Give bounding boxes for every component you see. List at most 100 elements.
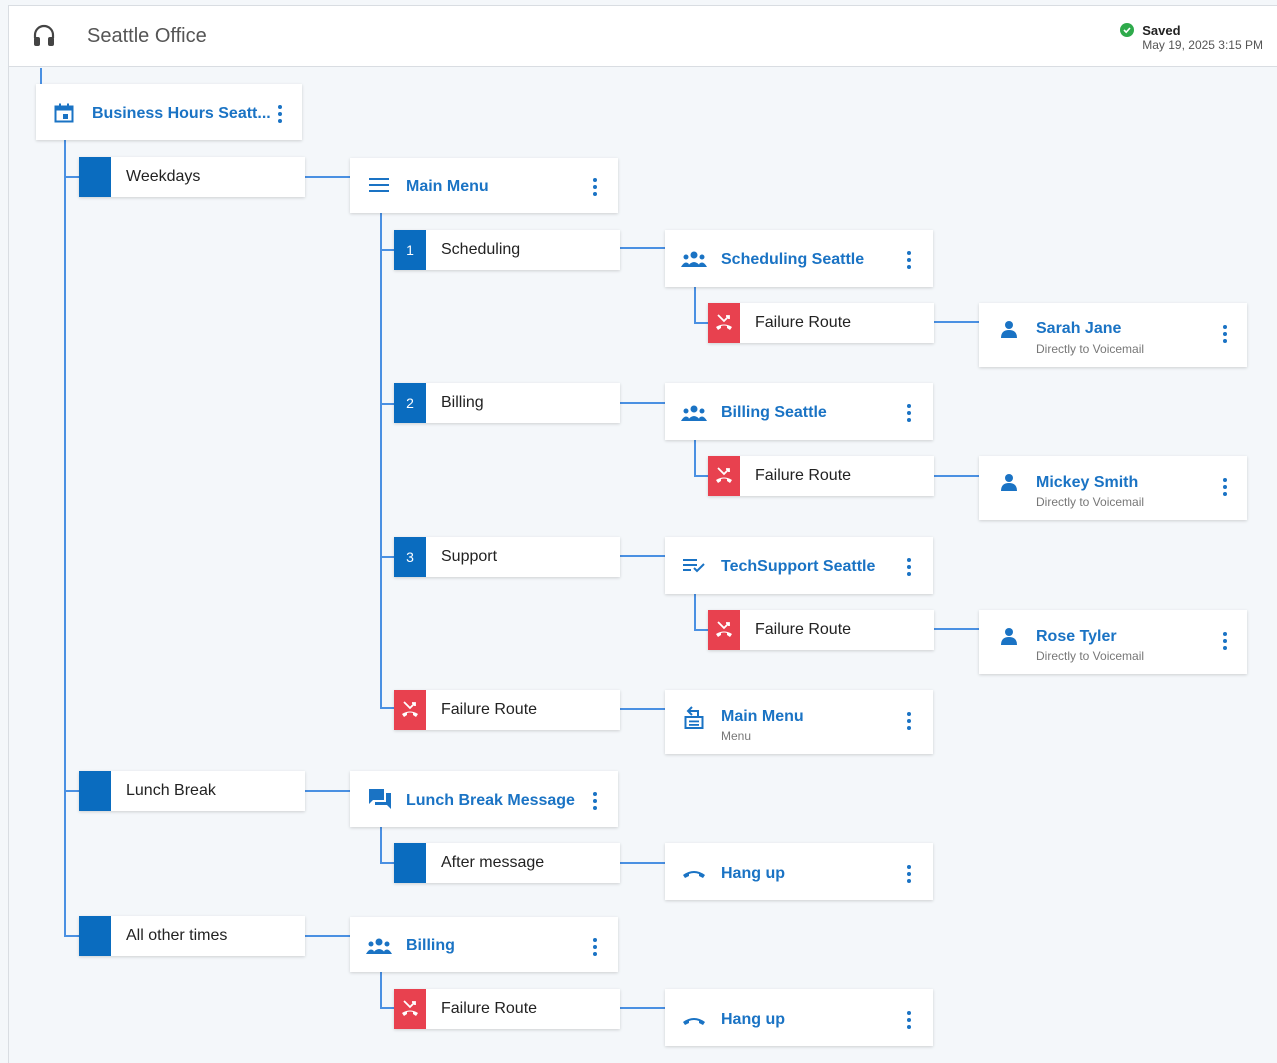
route-lunch-break[interactable]: Lunch Break: [79, 771, 305, 811]
route-option-1[interactable]: 1 Scheduling: [394, 230, 620, 270]
more-options-icon[interactable]: [899, 401, 919, 425]
go-to-menu-node[interactable]: Main Menu Menu: [665, 690, 933, 754]
schedule-node[interactable]: Business Hours Seatt...: [36, 84, 302, 140]
node-title: Rose Tyler: [1036, 628, 1117, 645]
route-failure[interactable]: Failure Route: [708, 303, 934, 343]
group-icon: [681, 405, 707, 426]
save-timestamp: May 19, 2025 3:15 PM: [1142, 38, 1263, 52]
connector: [620, 402, 665, 404]
more-options-icon[interactable]: [899, 1008, 919, 1032]
route-label: Support: [441, 548, 498, 565]
route-label: Billing: [441, 394, 484, 411]
node-title: Lunch Break Message: [406, 792, 575, 809]
person-icon: [1000, 627, 1018, 650]
route-flag: [79, 771, 111, 811]
group-icon: [366, 938, 392, 959]
connector: [620, 1007, 665, 1009]
more-options-icon[interactable]: [270, 102, 290, 126]
node-title: Hang up: [721, 1011, 785, 1028]
route-option-2[interactable]: 2 Billing: [394, 383, 620, 423]
schedule-title: Business Hours Seatt...: [92, 105, 271, 122]
menu-icon: [369, 178, 389, 197]
route-label: Failure Route: [755, 467, 852, 484]
route-failure[interactable]: Failure Route: [708, 610, 934, 650]
route-label: Weekdays: [126, 168, 201, 185]
connector: [620, 708, 665, 710]
page-title: Seattle Office: [87, 25, 207, 47]
user-node[interactable]: Sarah Jane Directly to Voicemail: [979, 303, 1247, 367]
more-options-icon[interactable]: [585, 175, 605, 199]
route-failure[interactable]: Failure Route: [708, 456, 934, 496]
more-options-icon[interactable]: [899, 862, 919, 886]
connector: [64, 176, 80, 178]
connector: [694, 594, 696, 631]
node-title: Billing: [406, 937, 455, 954]
connector: [380, 249, 394, 251]
call-queue-node[interactable]: Scheduling Seattle: [665, 230, 933, 287]
connector: [694, 287, 696, 324]
connector: [694, 440, 696, 477]
hang-up-node[interactable]: Hang up: [665, 843, 933, 900]
more-options-icon[interactable]: [899, 248, 919, 272]
user-node[interactable]: Rose Tyler Directly to Voicemail: [979, 610, 1247, 674]
main-menu-node[interactable]: Main Menu: [350, 158, 618, 213]
connector: [380, 971, 382, 1009]
more-options-icon[interactable]: [899, 555, 919, 579]
menu-return-icon: [684, 706, 704, 735]
more-options-icon[interactable]: [585, 935, 605, 959]
forum-icon: [369, 789, 391, 814]
route-flag: [394, 843, 426, 883]
connector: [934, 321, 979, 323]
call-failed-icon: [394, 690, 426, 730]
route-failure[interactable]: Failure Route: [394, 690, 620, 730]
node-subtitle: Directly to Voicemail: [1036, 342, 1145, 356]
route-flag: [79, 157, 111, 197]
route-weekdays[interactable]: Weekdays: [79, 157, 305, 197]
route-number: 1: [394, 230, 426, 270]
call-end-icon: [682, 866, 706, 884]
node-title: Mickey Smith: [1036, 474, 1139, 491]
user-node[interactable]: Mickey Smith Directly to Voicemail: [979, 456, 1247, 520]
route-option-3[interactable]: 3 Support: [394, 537, 620, 577]
connector: [694, 629, 708, 631]
connector: [380, 862, 394, 864]
connector: [305, 935, 350, 937]
route-failure[interactable]: Failure Route: [394, 989, 620, 1029]
hang-up-node[interactable]: Hang up: [665, 989, 933, 1046]
connector: [380, 1007, 394, 1009]
save-status-label: Saved: [1142, 23, 1181, 38]
connector: [305, 176, 350, 178]
message-node[interactable]: Lunch Break Message: [350, 771, 618, 827]
skills-queue-node[interactable]: TechSupport Seattle: [665, 537, 933, 594]
route-after-message[interactable]: After message: [394, 843, 620, 883]
call-queue-node[interactable]: Billing Seattle: [665, 383, 933, 440]
more-options-icon[interactable]: [1215, 475, 1235, 499]
save-status: Saved May 19, 2025 3:15 PM: [1120, 23, 1263, 52]
check-circle-icon: [1120, 23, 1135, 37]
route-label: After message: [441, 854, 545, 871]
more-options-icon[interactable]: [1215, 629, 1235, 653]
person-icon: [1000, 473, 1018, 496]
more-options-icon[interactable]: [585, 789, 605, 813]
node-title: Hang up: [721, 865, 785, 882]
route-label: Lunch Break: [126, 782, 216, 799]
node-subtitle: Menu: [721, 729, 752, 743]
connector: [694, 322, 708, 324]
route-label: All other times: [126, 927, 228, 944]
node-subtitle: Directly to Voicemail: [1036, 495, 1145, 509]
connector: [620, 247, 665, 249]
connector: [380, 707, 394, 709]
connector: [64, 935, 80, 937]
route-all-other-times[interactable]: All other times: [79, 916, 305, 956]
connector: [64, 140, 66, 937]
call-failed-icon: [394, 989, 426, 1029]
call-failed-icon: [708, 610, 740, 650]
route-label: Failure Route: [755, 314, 852, 331]
top-bar: Seattle Office Saved May 19, 2025 3:15 P…: [8, 5, 1277, 67]
more-options-icon[interactable]: [1215, 322, 1235, 346]
route-label: Failure Route: [755, 621, 852, 638]
call-queue-node[interactable]: Billing: [350, 917, 618, 972]
route-flag: [79, 916, 111, 956]
connector: [380, 556, 394, 558]
more-options-icon[interactable]: [899, 709, 919, 733]
